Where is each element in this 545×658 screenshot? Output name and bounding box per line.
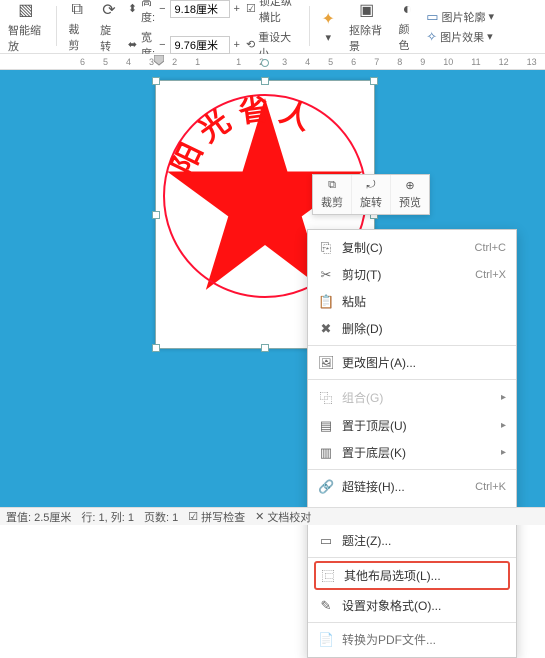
group-icon: ⿻ <box>318 388 334 407</box>
remove-bg-icon: ▣ <box>359 0 374 20</box>
rotate-handle[interactable] <box>261 59 269 67</box>
height-input[interactable] <box>170 0 230 18</box>
plus-icon[interactable]: + <box>234 39 240 51</box>
remove-bg-button[interactable]: ▣ 抠除背景 <box>345 2 389 51</box>
gallery-icon: ✦ <box>322 9 335 29</box>
float-preview-button[interactable]: ⊕ 预览 <box>390 175 429 214</box>
menu-hyperlink[interactable]: 🔗 超链接(H)... Ctrl+K <box>308 473 516 500</box>
plus-icon[interactable]: + <box>234 3 240 15</box>
rotate-button[interactable]: ⟳ 旋转 <box>96 2 122 51</box>
rotate-icon: ⟳ <box>102 0 115 20</box>
menu-group: ⿻ 组合(G) ▸ <box>308 383 516 412</box>
gallery-button[interactable]: ✦ ▾ <box>318 2 339 51</box>
indent-marker[interactable] <box>154 55 164 71</box>
width-icon: ⬌ <box>128 38 137 51</box>
reset-icon: ⟲ <box>246 38 255 51</box>
width-input[interactable] <box>170 36 230 54</box>
rotate-icon: ⤾ <box>366 179 375 192</box>
menu-separator <box>308 345 516 346</box>
zoom-icon: ⊕ <box>405 179 414 192</box>
resize-handle-bl[interactable] <box>152 344 160 352</box>
cut-icon: ✂ <box>318 267 334 283</box>
menu-to-pdf[interactable]: 📄 转换为PDF文件... <box>308 626 516 653</box>
effect-button[interactable]: ✧图片效果▾ <box>426 29 492 45</box>
outline-icon: ▭ <box>426 9 438 25</box>
resize-handle-tr[interactable] <box>370 77 378 85</box>
submenu-icon: ▸ <box>501 420 506 431</box>
resize-handle-t[interactable] <box>261 77 269 85</box>
pdf-icon: 📄 <box>318 632 334 648</box>
spellcheck-icon: ☑ <box>188 510 198 523</box>
height-label: 高度: <box>141 0 155 25</box>
divider <box>56 6 57 46</box>
menu-separator <box>308 557 516 558</box>
status-bar: 置值: 2.5厘米 行: 1, 列: 1 页数: 1 ☑拼写检查 ✕文档校对 <box>0 507 545 525</box>
menu-separator <box>308 379 516 380</box>
doc-compare-icon: ✕ <box>255 510 264 523</box>
toolbar: ▧ 智能缩放 ⧉ 裁剪 ⟳ 旋转 ⬍ 高度: − + ⬌ 宽度: − + ☑ 锁… <box>0 0 545 54</box>
status-line-col: 行: 1, 列: 1 <box>81 509 134 525</box>
menu-caption[interactable]: ▭ 题注(Z)... <box>308 527 516 554</box>
delete-icon: ✖ <box>318 321 334 337</box>
menu-paste[interactable]: 📋 粘贴 <box>308 288 516 315</box>
color-button[interactable]: ◐ 颜色 <box>394 2 420 51</box>
crop-icon: ⧉ <box>328 179 336 192</box>
change-pic-icon: 🖼 <box>318 355 334 371</box>
menu-bring-front[interactable]: ▤ 置于顶层(U) ▸ <box>308 412 516 439</box>
menu-cut[interactable]: ✂ 剪切(T) Ctrl+X <box>308 261 516 288</box>
minus-icon[interactable]: − <box>159 3 165 15</box>
dimensions-group: ⬍ 高度: − + ⬌ 宽度: − + <box>128 2 240 51</box>
status-position: 置值: 2.5厘米 <box>6 509 71 525</box>
copy-icon: ⎘ <box>318 240 334 256</box>
float-toolbar: ⧉ 裁剪 ⤾ 旋转 ⊕ 预览 <box>312 174 430 215</box>
effect-icon: ✧ <box>426 29 437 45</box>
minus-icon[interactable]: − <box>159 39 165 51</box>
height-icon: ⬍ <box>128 2 137 15</box>
bring-front-icon: ▤ <box>318 418 334 434</box>
format-icon: ✎ <box>318 598 334 614</box>
divider <box>309 6 310 46</box>
color-icon: ◐ <box>402 1 412 19</box>
status-pages: 页数: 1 <box>144 509 178 525</box>
resize-handle-tl[interactable] <box>152 77 160 85</box>
menu-separator <box>308 469 516 470</box>
ratio-group: ☑ 锁定纵横比 ⟲ 重设大小 <box>246 2 301 51</box>
checkbox-checked-icon: ☑ <box>246 2 256 15</box>
lock-ratio-checkbox[interactable]: ☑ 锁定纵横比 <box>246 0 301 25</box>
layout-icon: ⿷ <box>320 566 336 585</box>
canvas-area[interactable]: 阳 光 省 人 ⧉ 裁剪 ⤾ 旋转 <box>0 70 545 510</box>
right-tools: ▭图片轮廓▾ ✧图片效果▾ <box>426 2 541 51</box>
resize-handle-l[interactable] <box>152 211 160 219</box>
context-menu: ⎘ 复制(C) Ctrl+C ✂ 剪切(T) Ctrl+X 📋 粘贴 ✖ 删除(… <box>307 229 517 658</box>
caption-icon: ▭ <box>318 533 334 549</box>
submenu-icon: ▸ <box>501 447 506 458</box>
crop-button[interactable]: ⧉ 裁剪 <box>64 2 90 51</box>
float-rotate-button[interactable]: ⤾ 旋转 <box>351 175 390 214</box>
menu-copy[interactable]: ⎘ 复制(C) Ctrl+C <box>308 234 516 261</box>
hyperlink-icon: 🔗 <box>318 479 334 495</box>
paste-icon: 📋 <box>318 294 334 310</box>
smart-zoom-button[interactable]: ▧ 智能缩放 <box>4 2 48 51</box>
menu-layout-options[interactable]: ⿷ 其他布局选项(L)... <box>314 561 510 590</box>
send-back-icon: ▥ <box>318 445 334 461</box>
resize-handle-b[interactable] <box>261 344 269 352</box>
float-crop-button[interactable]: ⧉ 裁剪 <box>313 175 351 214</box>
outline-button[interactable]: ▭图片轮廓▾ <box>426 9 494 25</box>
menu-format-object[interactable]: ✎ 设置对象格式(O)... <box>308 592 516 619</box>
smart-zoom-icon: ▧ <box>18 0 33 20</box>
submenu-icon: ▸ <box>501 392 506 403</box>
menu-send-back[interactable]: ▥ 置于底层(K) ▸ <box>308 439 516 466</box>
status-doc-compare[interactable]: ✕文档校对 <box>255 509 311 525</box>
status-spellcheck[interactable]: ☑拼写检查 <box>188 509 245 525</box>
crop-icon: ⧉ <box>71 1 82 19</box>
menu-separator <box>308 622 516 623</box>
menu-change-pic[interactable]: 🖼 更改图片(A)... <box>308 349 516 376</box>
menu-delete[interactable]: ✖ 删除(D) <box>308 315 516 342</box>
ruler: 6543211234567891011121314161820222426283… <box>0 54 545 70</box>
